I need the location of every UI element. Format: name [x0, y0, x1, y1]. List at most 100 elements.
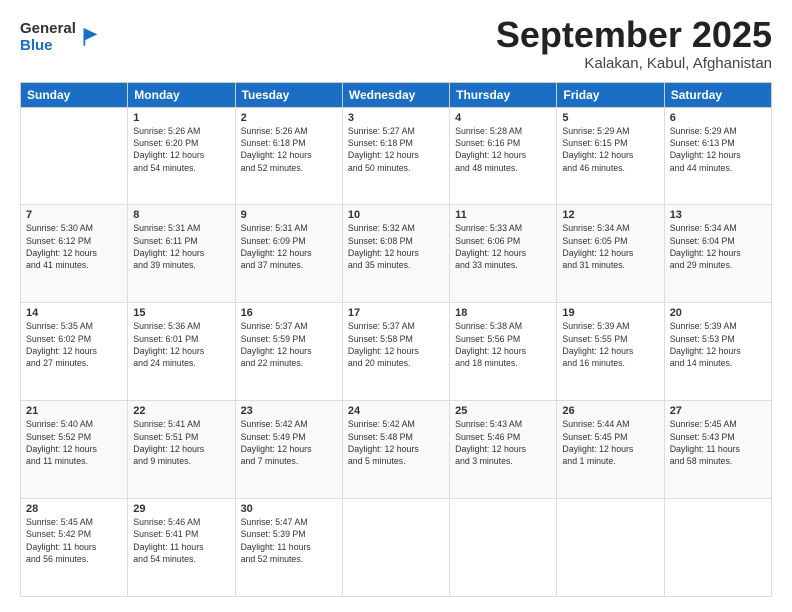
cell-info: Sunrise: 5:39 AM Sunset: 5:53 PM Dayligh… [670, 320, 766, 369]
calendar-cell: 9Sunrise: 5:31 AM Sunset: 6:09 PM Daylig… [235, 205, 342, 303]
day-header-friday: Friday [557, 82, 664, 107]
cell-info: Sunrise: 5:42 AM Sunset: 5:49 PM Dayligh… [241, 418, 337, 467]
day-header-saturday: Saturday [664, 82, 771, 107]
date-number: 16 [241, 307, 337, 319]
date-number: 21 [26, 405, 122, 417]
week-row-1: 1Sunrise: 5:26 AM Sunset: 6:20 PM Daylig… [21, 107, 772, 205]
cell-info: Sunrise: 5:44 AM Sunset: 5:45 PM Dayligh… [562, 418, 658, 467]
week-row-5: 28Sunrise: 5:45 AM Sunset: 5:42 PM Dayli… [21, 499, 772, 597]
calendar-cell [21, 107, 128, 205]
cell-info: Sunrise: 5:43 AM Sunset: 5:46 PM Dayligh… [455, 418, 551, 467]
week-row-4: 21Sunrise: 5:40 AM Sunset: 5:52 PM Dayli… [21, 401, 772, 499]
calendar-cell: 15Sunrise: 5:36 AM Sunset: 6:01 PM Dayli… [128, 303, 235, 401]
calendar-cell: 14Sunrise: 5:35 AM Sunset: 6:02 PM Dayli… [21, 303, 128, 401]
month-title: September 2025 [496, 15, 772, 55]
calendar-cell: 6Sunrise: 5:29 AM Sunset: 6:13 PM Daylig… [664, 107, 771, 205]
calendar-cell: 28Sunrise: 5:45 AM Sunset: 5:42 PM Dayli… [21, 499, 128, 597]
cell-info: Sunrise: 5:31 AM Sunset: 6:09 PM Dayligh… [241, 222, 337, 271]
date-number: 27 [670, 405, 766, 417]
cell-info: Sunrise: 5:47 AM Sunset: 5:39 PM Dayligh… [241, 516, 337, 565]
cell-info: Sunrise: 5:29 AM Sunset: 6:13 PM Dayligh… [670, 125, 766, 174]
calendar-cell: 18Sunrise: 5:38 AM Sunset: 5:56 PM Dayli… [450, 303, 557, 401]
calendar-cell: 5Sunrise: 5:29 AM Sunset: 6:15 PM Daylig… [557, 107, 664, 205]
calendar-cell: 24Sunrise: 5:42 AM Sunset: 5:48 PM Dayli… [342, 401, 449, 499]
cell-info: Sunrise: 5:46 AM Sunset: 5:41 PM Dayligh… [133, 516, 229, 565]
cell-info: Sunrise: 5:37 AM Sunset: 5:58 PM Dayligh… [348, 320, 444, 369]
calendar-cell [450, 499, 557, 597]
date-number: 19 [562, 307, 658, 319]
calendar-cell [557, 499, 664, 597]
date-number: 28 [26, 503, 122, 515]
calendar-cell: 2Sunrise: 5:26 AM Sunset: 6:18 PM Daylig… [235, 107, 342, 205]
logo-line2: Blue [20, 37, 76, 54]
cell-info: Sunrise: 5:45 AM Sunset: 5:43 PM Dayligh… [670, 418, 766, 467]
cell-info: Sunrise: 5:31 AM Sunset: 6:11 PM Dayligh… [133, 222, 229, 271]
calendar-cell: 30Sunrise: 5:47 AM Sunset: 5:39 PM Dayli… [235, 499, 342, 597]
calendar-cell: 7Sunrise: 5:30 AM Sunset: 6:12 PM Daylig… [21, 205, 128, 303]
logo-line1: General [20, 20, 76, 37]
cell-info: Sunrise: 5:40 AM Sunset: 5:52 PM Dayligh… [26, 418, 122, 467]
date-number: 14 [26, 307, 122, 319]
cell-info: Sunrise: 5:36 AM Sunset: 6:01 PM Dayligh… [133, 320, 229, 369]
day-header-wednesday: Wednesday [342, 82, 449, 107]
date-number: 20 [670, 307, 766, 319]
calendar-table: SundayMondayTuesdayWednesdayThursdayFrid… [20, 82, 772, 597]
cell-info: Sunrise: 5:38 AM Sunset: 5:56 PM Dayligh… [455, 320, 551, 369]
cell-info: Sunrise: 5:30 AM Sunset: 6:12 PM Dayligh… [26, 222, 122, 271]
date-number: 25 [455, 405, 551, 417]
calendar-cell: 16Sunrise: 5:37 AM Sunset: 5:59 PM Dayli… [235, 303, 342, 401]
cell-info: Sunrise: 5:26 AM Sunset: 6:20 PM Dayligh… [133, 125, 229, 174]
calendar-cell: 8Sunrise: 5:31 AM Sunset: 6:11 PM Daylig… [128, 205, 235, 303]
date-number: 26 [562, 405, 658, 417]
date-number: 6 [670, 112, 766, 124]
calendar-cell [664, 499, 771, 597]
date-number: 12 [562, 209, 658, 221]
date-number: 8 [133, 209, 229, 221]
title-block: September 2025 Kalakan, Kabul, Afghanist… [496, 15, 772, 72]
date-number: 1 [133, 112, 229, 124]
calendar-cell: 13Sunrise: 5:34 AM Sunset: 6:04 PM Dayli… [664, 205, 771, 303]
calendar-cell: 25Sunrise: 5:43 AM Sunset: 5:46 PM Dayli… [450, 401, 557, 499]
date-number: 2 [241, 112, 337, 124]
date-number: 29 [133, 503, 229, 515]
cell-info: Sunrise: 5:41 AM Sunset: 5:51 PM Dayligh… [133, 418, 229, 467]
date-number: 13 [670, 209, 766, 221]
cell-info: Sunrise: 5:34 AM Sunset: 6:04 PM Dayligh… [670, 222, 766, 271]
logo-flag-icon [80, 24, 106, 50]
date-number: 22 [133, 405, 229, 417]
header: General Blue September 2025 Kalakan, Kab… [20, 15, 772, 72]
cell-info: Sunrise: 5:45 AM Sunset: 5:42 PM Dayligh… [26, 516, 122, 565]
calendar-cell: 29Sunrise: 5:46 AM Sunset: 5:41 PM Dayli… [128, 499, 235, 597]
calendar-cell: 19Sunrise: 5:39 AM Sunset: 5:55 PM Dayli… [557, 303, 664, 401]
date-number: 23 [241, 405, 337, 417]
cell-info: Sunrise: 5:39 AM Sunset: 5:55 PM Dayligh… [562, 320, 658, 369]
cell-info: Sunrise: 5:42 AM Sunset: 5:48 PM Dayligh… [348, 418, 444, 467]
date-number: 30 [241, 503, 337, 515]
cell-info: Sunrise: 5:29 AM Sunset: 6:15 PM Dayligh… [562, 125, 658, 174]
cell-info: Sunrise: 5:32 AM Sunset: 6:08 PM Dayligh… [348, 222, 444, 271]
cell-info: Sunrise: 5:33 AM Sunset: 6:06 PM Dayligh… [455, 222, 551, 271]
logo: General Blue [20, 20, 106, 55]
day-header-sunday: Sunday [21, 82, 128, 107]
cell-info: Sunrise: 5:35 AM Sunset: 6:02 PM Dayligh… [26, 320, 122, 369]
calendar-cell: 3Sunrise: 5:27 AM Sunset: 6:18 PM Daylig… [342, 107, 449, 205]
cell-info: Sunrise: 5:27 AM Sunset: 6:18 PM Dayligh… [348, 125, 444, 174]
date-number: 11 [455, 209, 551, 221]
date-number: 5 [562, 112, 658, 124]
calendar-cell: 22Sunrise: 5:41 AM Sunset: 5:51 PM Dayli… [128, 401, 235, 499]
day-header-thursday: Thursday [450, 82, 557, 107]
calendar-cell: 17Sunrise: 5:37 AM Sunset: 5:58 PM Dayli… [342, 303, 449, 401]
calendar-cell: 20Sunrise: 5:39 AM Sunset: 5:53 PM Dayli… [664, 303, 771, 401]
calendar-cell: 4Sunrise: 5:28 AM Sunset: 6:16 PM Daylig… [450, 107, 557, 205]
date-number: 4 [455, 112, 551, 124]
calendar-cell: 10Sunrise: 5:32 AM Sunset: 6:08 PM Dayli… [342, 205, 449, 303]
date-number: 9 [241, 209, 337, 221]
week-row-3: 14Sunrise: 5:35 AM Sunset: 6:02 PM Dayli… [21, 303, 772, 401]
week-row-2: 7Sunrise: 5:30 AM Sunset: 6:12 PM Daylig… [21, 205, 772, 303]
day-header-tuesday: Tuesday [235, 82, 342, 107]
calendar-cell: 23Sunrise: 5:42 AM Sunset: 5:49 PM Dayli… [235, 401, 342, 499]
calendar-cell: 12Sunrise: 5:34 AM Sunset: 6:05 PM Dayli… [557, 205, 664, 303]
date-number: 15 [133, 307, 229, 319]
location-subtitle: Kalakan, Kabul, Afghanistan [496, 55, 772, 72]
cell-info: Sunrise: 5:28 AM Sunset: 6:16 PM Dayligh… [455, 125, 551, 174]
